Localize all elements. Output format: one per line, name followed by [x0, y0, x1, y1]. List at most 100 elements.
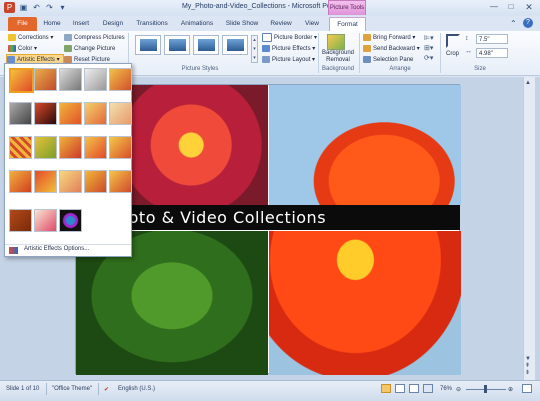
corrections-button[interactable]: Corrections ▾: [8, 33, 53, 43]
effect-crisscross-etching[interactable]: [59, 170, 82, 193]
picture-effects-label: Picture Effects ▾: [272, 46, 316, 52]
maximize-icon[interactable]: □: [503, 1, 519, 13]
tab-view[interactable]: View: [300, 17, 324, 31]
corrections-icon: [8, 33, 16, 41]
crop-icon[interactable]: [446, 34, 460, 48]
tab-slide-show[interactable]: Slide Show: [222, 17, 262, 31]
photo-tulip-top[interactable]: [269, 85, 461, 205]
proofing-icon[interactable]: ✔: [104, 386, 109, 393]
reset-icon: [64, 55, 72, 63]
normal-view-icon[interactable]: [381, 384, 391, 393]
send-backward-icon: [363, 44, 371, 52]
effect-none[interactable]: [9, 68, 34, 93]
effect-film-grain[interactable]: [59, 136, 82, 159]
effect-pastels-smooth[interactable]: [84, 170, 107, 193]
background-removal-icon[interactable]: [327, 34, 345, 50]
picture-border-button[interactable]: Picture Border ▾: [262, 33, 317, 43]
gallery-divider: [5, 244, 131, 245]
close-icon[interactable]: ✕: [521, 1, 537, 13]
compress-icon: [64, 33, 72, 41]
color-icon: [8, 44, 16, 52]
tab-insert[interactable]: Insert: [69, 17, 93, 31]
size-group-label: Size: [474, 66, 486, 72]
tab-design[interactable]: Design: [99, 17, 127, 31]
width-field[interactable]: 4.98": [476, 48, 508, 58]
effect-paint-brush[interactable]: [59, 102, 82, 125]
slide-title-text[interactable]: hoto & Video Collections: [118, 208, 326, 227]
separator: [359, 33, 360, 73]
effect-photocopy[interactable]: [34, 209, 57, 232]
effect-line-drawing[interactable]: [109, 68, 132, 91]
zoom-in-icon[interactable]: ⊕: [508, 386, 513, 393]
effect-glow-diffused[interactable]: [84, 102, 107, 125]
picture-tools-context-label: Picture Tools: [328, 0, 366, 15]
crop-label[interactable]: Crop: [446, 51, 459, 57]
reading-view-icon[interactable]: [409, 384, 419, 393]
effect-chalk-sketch[interactable]: [9, 102, 32, 125]
effect-light-screen[interactable]: [9, 136, 32, 159]
color-label: Color ▾: [18, 46, 38, 52]
effect-cement[interactable]: [9, 170, 32, 193]
scroll-page-icons[interactable]: ▼ ⇞ ⇟: [525, 356, 531, 377]
minimize-ribbon-icon[interactable]: ⌃: [510, 19, 517, 28]
effect-paint-strokes[interactable]: [34, 102, 57, 125]
align-group-rotate-icons[interactable]: ⊫▾ ⊞▾ ⟳▾: [424, 34, 434, 64]
help-icon[interactable]: ?: [523, 18, 533, 28]
zoom-slider-thumb[interactable]: [484, 385, 487, 393]
tab-transitions[interactable]: Transitions: [132, 17, 172, 31]
picture-style-1[interactable]: [135, 35, 161, 55]
scroll-up-icon[interactable]: ▲: [525, 80, 531, 86]
picture-border-label: Picture Border ▾: [274, 35, 318, 42]
separator: [98, 383, 99, 395]
minimize-icon[interactable]: —: [486, 1, 502, 13]
bring-forward-button[interactable]: Bring Forward ▾: [363, 33, 415, 43]
height-field[interactable]: 7.5": [476, 34, 508, 44]
tab-animations[interactable]: Animations: [177, 17, 217, 31]
language[interactable]: English (U.S.): [118, 386, 155, 392]
effect-mosaic-bubbles[interactable]: [84, 136, 107, 159]
effect-glass[interactable]: [109, 136, 132, 159]
tab-home[interactable]: Home: [40, 17, 64, 31]
send-backward-button[interactable]: Send Backward ▾: [363, 44, 420, 54]
picture-layout-button[interactable]: Picture Layout ▾: [262, 55, 315, 65]
effect-marker[interactable]: [34, 68, 57, 91]
height-icon: ↕: [465, 35, 469, 42]
photo-tulip-bottom[interactable]: [269, 231, 461, 375]
effect-blur[interactable]: [109, 102, 132, 125]
effect-texturizer[interactable]: [34, 170, 57, 193]
picture-border-icon: [262, 33, 272, 42]
picture-style-2[interactable]: [164, 35, 190, 55]
picture-effects-button[interactable]: Picture Effects ▾: [262, 44, 315, 54]
artistic-effects-options-item[interactable]: Artistic Effects Options...: [24, 246, 89, 252]
background-removal-label[interactable]: Background Removal: [318, 50, 358, 64]
slide-sorter-icon[interactable]: [395, 384, 405, 393]
effect-cutout[interactable]: [9, 209, 32, 232]
effect-watercolor-sponge[interactable]: [34, 136, 57, 159]
picture-style-4[interactable]: [222, 35, 248, 55]
separator: [46, 383, 47, 395]
effect-pencil-sketch[interactable]: [84, 68, 107, 91]
tab-file[interactable]: File: [8, 17, 37, 31]
effect-pencil-grayscale[interactable]: [59, 68, 82, 91]
slide-show-icon[interactable]: [423, 384, 433, 393]
fit-to-window-icon[interactable]: [522, 384, 532, 393]
zoom-level[interactable]: 76%: [440, 386, 452, 392]
compress-label: Compress Pictures: [74, 35, 125, 41]
artistic-effects-icon: [7, 55, 15, 63]
picture-styles-group-label: Picture Styles: [181, 66, 219, 72]
corrections-label: Corrections ▾: [18, 35, 54, 41]
tab-format[interactable]: Format: [329, 17, 366, 31]
zoom-out-icon[interactable]: ⊖: [456, 386, 461, 393]
compress-pictures-button[interactable]: Compress Pictures: [64, 33, 125, 43]
tab-review[interactable]: Review: [266, 17, 296, 31]
effect-plastic-wrap[interactable]: [109, 170, 132, 193]
picture-style-3[interactable]: [193, 35, 219, 55]
vertical-scrollbar[interactable]: [523, 77, 535, 380]
effect-glow-edges[interactable]: [59, 209, 82, 232]
bring-forward-icon: [363, 33, 371, 41]
window-title: My_Photo-and-Video_Collections - Microso…: [181, 3, 359, 10]
styles-gallery-scroll[interactable]: ▴ ▾ ▾: [251, 35, 258, 63]
selection-pane-button[interactable]: Selection Pane: [363, 55, 413, 65]
color-button[interactable]: Color ▾: [8, 44, 37, 54]
change-picture-button[interactable]: Change Picture: [64, 44, 115, 54]
